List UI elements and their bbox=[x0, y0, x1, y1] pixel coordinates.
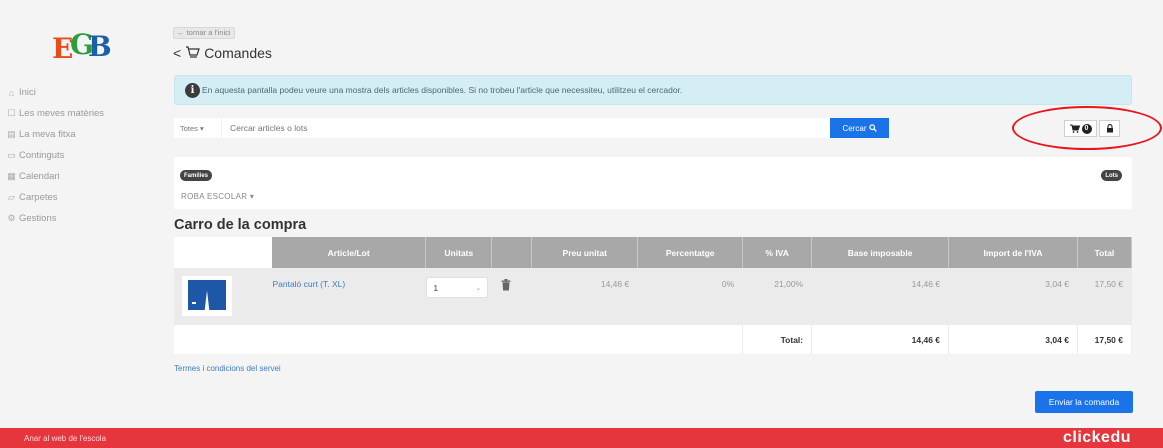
home-icon: ⌂ bbox=[8, 87, 15, 98]
totals-label: Total: bbox=[742, 325, 813, 354]
search-input[interactable] bbox=[222, 118, 830, 138]
family-dropdown[interactable]: ROBA ESCOLAR ▾ bbox=[181, 192, 254, 201]
sidebar-item-label: Les meves matèries bbox=[19, 108, 105, 119]
table-header: Article/Lot bbox=[271, 237, 427, 268]
cart-title: Carro de la compra bbox=[174, 217, 307, 233]
product-image-cell bbox=[174, 268, 273, 325]
school-logo: E G B bbox=[52, 30, 112, 70]
logo-letter-b: B bbox=[88, 30, 112, 63]
sidebar-item-label: Carpetes bbox=[19, 192, 58, 203]
folder-open-icon: ▱ bbox=[8, 192, 15, 202]
table-header: Import de l'IVA bbox=[948, 237, 1078, 268]
id-card-icon: ▤ bbox=[7, 129, 16, 139]
gears-icon: ⚙ bbox=[7, 213, 16, 223]
main-area: ← tornar a l'inici < Comandes bbox=[155, 0, 1163, 428]
table-header: Preu unitat bbox=[531, 237, 639, 268]
sidebar-item-calendari[interactable]: ▦ Calendari bbox=[6, 166, 151, 187]
lots-pill[interactable]: Lots bbox=[1101, 170, 1122, 181]
book-icon: ☐ bbox=[7, 108, 16, 118]
delete-cell bbox=[491, 268, 533, 325]
families-pill[interactable]: Famílies bbox=[180, 170, 213, 181]
totals-spacer bbox=[174, 325, 744, 354]
total-cell: 17,50 € bbox=[1077, 268, 1133, 325]
table-row: Pantaló curt (T. XL) 1 ⌄ 14,46 € 0% 21,0… bbox=[174, 268, 1133, 325]
taxable-base-cell: 14,46 € bbox=[811, 268, 950, 325]
table-header: Total bbox=[1077, 237, 1133, 268]
cart-buttons: 0 bbox=[1064, 120, 1120, 137]
totals-total: 17,50 € bbox=[1077, 325, 1133, 354]
totals-taxable-base: 14,46 € bbox=[811, 325, 950, 354]
folder-icon: ▭ bbox=[7, 150, 16, 160]
article-link[interactable]: Pantaló curt (T. XL) bbox=[272, 279, 345, 289]
sidebar-item-label: Continguts bbox=[19, 150, 65, 161]
send-order-button[interactable]: Enviar la comanda bbox=[1035, 391, 1133, 413]
sidebar-item-carpetes[interactable]: ▱ Carpetes bbox=[6, 187, 151, 208]
vat-amount-cell: 3,04 € bbox=[948, 268, 1078, 325]
sidebar-item-label: Calendari bbox=[19, 171, 60, 182]
school-website-link[interactable]: Anar al web de l'escola bbox=[24, 434, 106, 443]
sidebar-item-label: Gestions bbox=[19, 213, 57, 224]
percentage-cell: 0% bbox=[637, 268, 744, 325]
units-cell: 1 ⌄ bbox=[425, 268, 493, 325]
filter-panel: Famílies Lots ROBA ESCOLAR ▾ bbox=[174, 157, 1132, 209]
trash-icon[interactable] bbox=[501, 279, 511, 291]
table-header: Unitats bbox=[425, 237, 493, 268]
sidebar-item-gestions[interactable]: ⚙ Gestions bbox=[6, 208, 151, 229]
terms-link[interactable]: Termes i condicions del servei bbox=[174, 364, 281, 373]
search-scope-dropdown[interactable]: Totes ▾ bbox=[174, 118, 222, 138]
lock-icon bbox=[1106, 124, 1113, 133]
search-bar: Totes ▾ Cercar bbox=[174, 118, 889, 138]
back-to-home-link[interactable]: ← tornar a l'inici bbox=[173, 27, 235, 39]
sidebar-item-label: Inici bbox=[19, 87, 36, 98]
caret-down-icon: ▾ bbox=[200, 123, 204, 133]
page-title-text: Comandes bbox=[204, 45, 272, 61]
quantity-select[interactable]: 1 ⌄ bbox=[426, 277, 489, 298]
table-header-row: Article/Lot Unitats Preu unitat Percenta… bbox=[174, 237, 1133, 268]
search-button[interactable]: Cercar bbox=[830, 118, 889, 138]
table-header-image bbox=[174, 237, 272, 268]
sidebar-item-materies[interactable]: ☐ Les meves matèries bbox=[6, 103, 151, 124]
search-scope-label: Totes bbox=[180, 123, 198, 133]
calendar-icon: ▦ bbox=[7, 171, 16, 181]
article-cell: Pantaló curt (T. XL) bbox=[271, 268, 427, 325]
table-header: % IVA bbox=[742, 237, 813, 268]
search-button-label: Cercar bbox=[842, 123, 867, 133]
table-header: Base imposable bbox=[811, 237, 950, 268]
clickedu-logo: clickedu bbox=[1062, 429, 1131, 446]
cart-count-badge: 0 bbox=[1081, 123, 1092, 134]
unit-price-cell: 14,46 € bbox=[531, 268, 639, 325]
totals-vat-amount: 3,04 € bbox=[948, 325, 1078, 354]
info-text: En aquesta pantalla podeu veure una most… bbox=[202, 85, 683, 95]
sidebar-item-label: La meva fitxa bbox=[19, 129, 76, 140]
product-image bbox=[182, 276, 232, 316]
sidebar-nav: ⌂ Inici ☐ Les meves matèries ▤ La meva f… bbox=[6, 82, 151, 229]
cart-table: Article/Lot Unitats Preu unitat Percenta… bbox=[174, 237, 1133, 354]
chevron-down-icon: ⌄ bbox=[475, 284, 482, 292]
sidebar-item-continguts[interactable]: ▭ Continguts bbox=[6, 145, 151, 166]
caret-down-icon: ▾ bbox=[249, 192, 255, 201]
family-dropdown-label: ROBA ESCOLAR bbox=[181, 192, 248, 201]
vat-percent-cell: 21,00% bbox=[742, 268, 813, 325]
cart-button[interactable]: 0 bbox=[1064, 120, 1097, 137]
search-icon bbox=[868, 124, 877, 132]
info-icon: i bbox=[185, 82, 200, 98]
sidebar-item-inici[interactable]: ⌂ Inici bbox=[6, 82, 151, 103]
lock-button[interactable] bbox=[1099, 120, 1120, 137]
table-header bbox=[491, 237, 533, 268]
footer: Anar al web de l'escola clickedu bbox=[0, 428, 1163, 448]
sidebar-item-fitxa[interactable]: ▤ La meva fitxa bbox=[6, 124, 151, 145]
totals-row: Total: 14,46 € 3,04 € 17,50 € bbox=[174, 325, 1133, 354]
page-title: < Comandes bbox=[173, 45, 272, 61]
quantity-value: 1 bbox=[433, 282, 439, 293]
info-banner: i En aquesta pantalla podeu veure una mo… bbox=[174, 75, 1132, 105]
cart-icon bbox=[186, 46, 201, 58]
cart-icon bbox=[1069, 124, 1080, 133]
chevron-left-icon[interactable]: < bbox=[173, 45, 181, 61]
sidebar: E G B ⌂ Inici ☐ Les meves matèries ▤ La … bbox=[0, 0, 155, 428]
table-header: Percentatge bbox=[637, 237, 744, 268]
